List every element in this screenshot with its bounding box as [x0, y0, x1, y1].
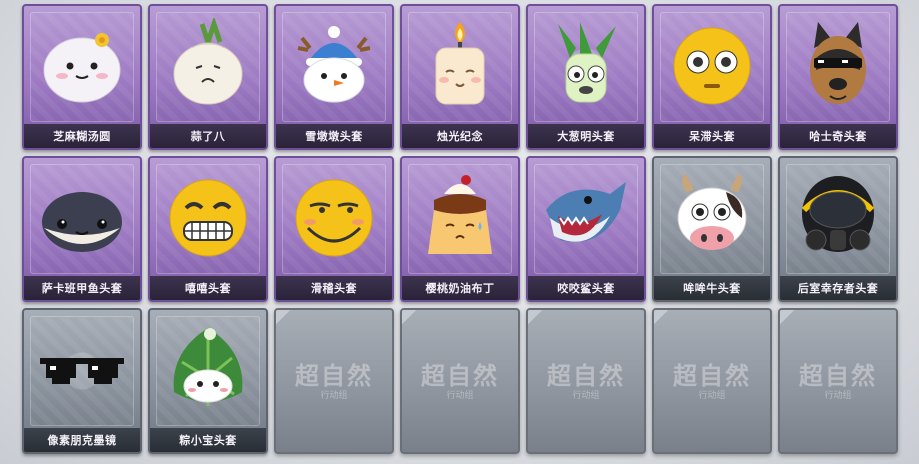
item-label: 嘻嘻头套 — [150, 276, 266, 300]
item-label: 呆滞头套 — [654, 124, 770, 148]
watermark-logo: 超自然 — [673, 361, 751, 390]
garlic-mask-icon — [162, 18, 254, 110]
item-card[interactable]: 后室幸存者头套 — [778, 156, 898, 302]
item-label: 后室幸存者头套 — [780, 276, 896, 300]
locked-slot[interactable]: 超自然 行动组 — [652, 308, 772, 454]
item-card[interactable]: 雪墩墩头套 — [274, 4, 394, 150]
page-curl — [654, 310, 670, 326]
item-label: 芝麻糊汤圆 — [24, 124, 140, 148]
watermark-logo: 超自然 — [547, 361, 625, 390]
item-card[interactable]: 哈士奇头套 — [778, 4, 898, 150]
watermark-logo: 超自然 — [421, 361, 499, 390]
item-grid: 芝麻糊汤圆 蒜了八 雪墩墩头套 烛光纪念 大葱明头套 呆滞头套 哈士奇头套 萨卡… — [22, 4, 898, 454]
item-label: 大葱明头套 — [528, 124, 644, 148]
watermark-logo: 超自然 — [799, 361, 877, 390]
item-card[interactable]: 蒜了八 — [148, 4, 268, 150]
item-label: 滑稽头套 — [276, 276, 392, 300]
watermark-logo: 超自然 — [295, 361, 373, 390]
item-label: 咬咬鲨头套 — [528, 276, 644, 300]
cow-mask-icon — [666, 170, 758, 262]
husky-mask-icon — [792, 18, 884, 110]
zongzi-mask-icon — [162, 322, 254, 414]
pixel-sunglasses-icon — [36, 322, 128, 414]
item-card[interactable]: 大葱明头套 — [526, 4, 646, 150]
watermark-subtitle: 行动组 — [698, 391, 726, 401]
item-label: 雪墩墩头套 — [276, 124, 392, 148]
dazed-face-mask-icon — [666, 18, 758, 110]
watermark-subtitle: 行动组 — [446, 391, 474, 401]
item-card[interactable]: 哞哞牛头套 — [652, 156, 772, 302]
item-label: 像素朋克墨镜 — [24, 428, 140, 452]
smirk-face-mask-icon — [288, 170, 380, 262]
item-label: 樱桃奶油布丁 — [402, 276, 518, 300]
scallion-mask-icon — [540, 18, 632, 110]
item-label: 哞哞牛头套 — [654, 276, 770, 300]
snowman-mask-icon — [288, 18, 380, 110]
locked-slot[interactable]: 超自然 行动组 — [274, 308, 394, 454]
page-curl — [402, 310, 418, 326]
candle-mask-icon — [414, 18, 506, 110]
locked-slot[interactable]: 超自然 行动组 — [778, 308, 898, 454]
page-curl — [780, 310, 796, 326]
item-card[interactable]: 呆滞头套 — [652, 4, 772, 150]
page-curl — [528, 310, 544, 326]
fish-mask-icon — [36, 170, 128, 262]
grin-face-mask-icon — [162, 170, 254, 262]
item-card[interactable]: 咬咬鲨头套 — [526, 156, 646, 302]
item-card[interactable]: 粽小宝头套 — [148, 308, 268, 454]
item-card[interactable]: 萨卡班甲鱼头套 — [22, 156, 142, 302]
watermark-subtitle: 行动组 — [572, 391, 600, 401]
item-card[interactable]: 嘻嘻头套 — [148, 156, 268, 302]
item-card[interactable]: 烛光纪念 — [400, 4, 520, 150]
item-label: 烛光纪念 — [402, 124, 518, 148]
item-label: 哈士奇头套 — [780, 124, 896, 148]
item-label: 萨卡班甲鱼头套 — [24, 276, 140, 300]
gas-mask-icon — [792, 170, 884, 262]
pudding-mask-icon — [414, 170, 506, 262]
item-label: 粽小宝头套 — [150, 428, 266, 452]
page-curl — [276, 310, 292, 326]
watermark-subtitle: 行动组 — [824, 391, 852, 401]
shark-mask-icon — [540, 170, 632, 262]
locked-slot[interactable]: 超自然 行动组 — [526, 308, 646, 454]
tangyuan-mask-icon — [36, 18, 128, 110]
item-card[interactable]: 樱桃奶油布丁 — [400, 156, 520, 302]
item-card[interactable]: 像素朋克墨镜 — [22, 308, 142, 454]
item-card[interactable]: 芝麻糊汤圆 — [22, 4, 142, 150]
locked-slot[interactable]: 超自然 行动组 — [400, 308, 520, 454]
watermark-subtitle: 行动组 — [320, 391, 348, 401]
item-card[interactable]: 滑稽头套 — [274, 156, 394, 302]
item-label: 蒜了八 — [150, 124, 266, 148]
